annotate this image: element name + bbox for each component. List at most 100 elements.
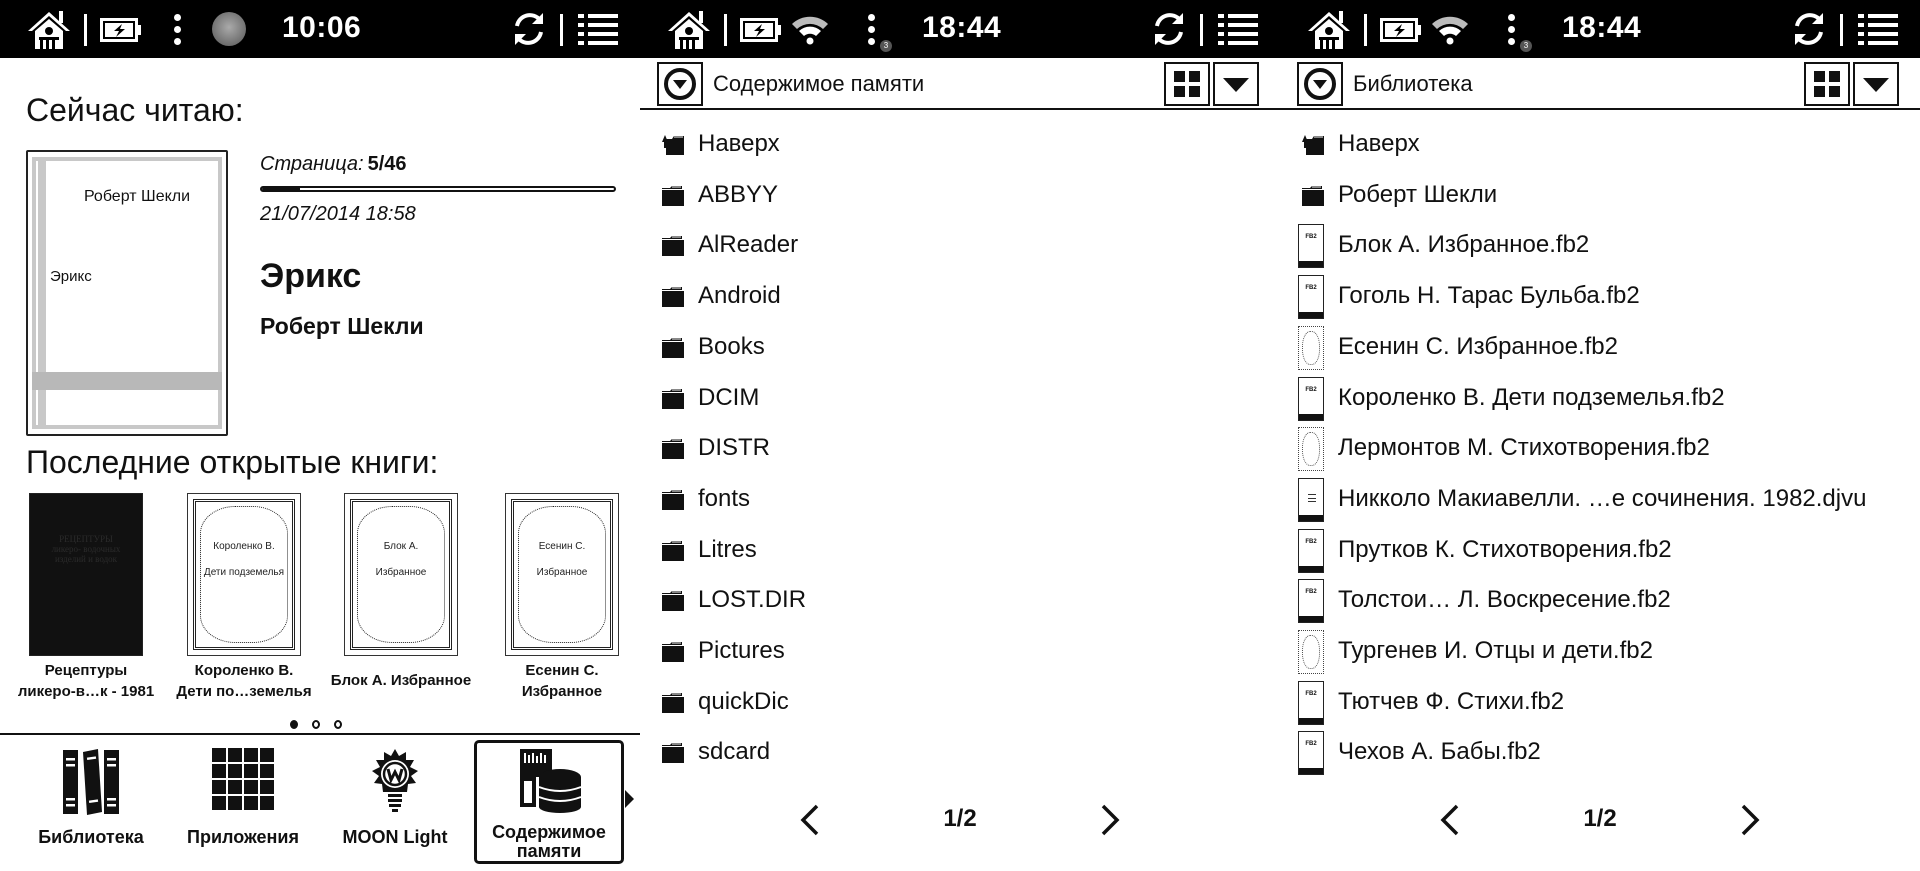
separator [1840, 14, 1843, 46]
book-cover: Блок А. Избранное [344, 493, 458, 656]
storage-sd-database-icon [520, 749, 582, 813]
page-number: 1/2 [1583, 805, 1617, 832]
folder-icon [662, 388, 684, 409]
folder-item[interactable]: Litres [640, 526, 1280, 576]
folder-item[interactable]: DISTR [640, 424, 1280, 474]
recent-book[interactable]: Есенин С. Избранное Есенин С. Избранное [480, 493, 640, 702]
browser-title: Содержимое памяти [713, 71, 925, 96]
home-icon[interactable] [26, 9, 72, 51]
item-name: Блок А. Избранное.fb2 [1338, 231, 1590, 259]
book-label-line2: ликеро-в…к - 1981 [17, 683, 155, 700]
item-name: Гоголь Н. Тарас Бульба.fb2 [1338, 282, 1640, 310]
more-dots-icon[interactable] [868, 14, 876, 46]
fb2-badge-text: FB2 [1305, 538, 1317, 545]
item-name: DCIM [698, 383, 760, 411]
dock-item-library[interactable]: Библиотека [16, 738, 166, 862]
folder-item[interactable]: Роберт Шекли [1280, 171, 1920, 221]
file-item[interactable]: FB2 Прутков К. Стихотворения.fb2 [1280, 526, 1920, 576]
refresh-icon[interactable] [1790, 10, 1828, 48]
view-toggle-button[interactable] [1804, 62, 1850, 106]
separator [724, 14, 727, 46]
pager-dot[interactable] [334, 720, 342, 729]
dock-next-arrow-icon[interactable] [625, 790, 634, 808]
home-icon[interactable] [666, 9, 712, 51]
menu-list-icon[interactable] [578, 13, 618, 45]
folder-item[interactable]: sdcard [640, 728, 1280, 778]
recent-book[interactable]: Короленко В. Дети подземелья Короленко В.… [162, 493, 326, 702]
grid-view-icon [1814, 71, 1840, 97]
dock-label: Приложения [187, 827, 299, 847]
cover-text: Дети подземелья [203, 567, 285, 578]
more-dots-icon[interactable] [174, 14, 182, 46]
item-name: Чехов А. Бабы.fb2 [1338, 738, 1541, 766]
refresh-icon[interactable] [1150, 10, 1188, 48]
list-item-up[interactable]: Наверх [640, 120, 1280, 170]
file-item[interactable]: FB2 Толстои… Л. Воскресение.fb2 [1280, 576, 1920, 626]
folder-item[interactable]: DCIM [640, 374, 1280, 424]
folder-item[interactable]: fonts [640, 475, 1280, 525]
file-item[interactable]: Лермонтов М. Стихотворения.fb2 [1280, 424, 1920, 474]
sort-dropdown-button[interactable] [1213, 62, 1259, 106]
home-icon[interactable] [1306, 9, 1352, 51]
book-label: Есенин С. Избранное [480, 660, 640, 702]
folder-item[interactable]: ABBYY [640, 171, 1280, 221]
current-book-author: Роберт Шекли [260, 313, 424, 339]
view-toggle-button[interactable] [1164, 62, 1210, 106]
item-name: ABBYY [698, 180, 779, 208]
location-menu-button[interactable] [1297, 62, 1343, 106]
recent-book[interactable]: Блок А. Избранное Блок А. Избранное [319, 493, 483, 691]
circle-down-icon [1304, 68, 1336, 100]
current-book-title[interactable]: Эрикс [260, 257, 361, 296]
more-dots-icon[interactable] [1508, 14, 1516, 46]
book-cover-thumbnail-icon [1298, 325, 1324, 370]
current-book-cover[interactable]: Роберт Шекли Эрикс [26, 150, 228, 436]
file-item[interactable]: FB2 Короленко В. Дети подземелья.fb2 [1280, 374, 1920, 424]
pager-dot[interactable] [312, 720, 320, 729]
browser-header: Содержимое памяти [640, 58, 1280, 110]
separator [1200, 14, 1203, 46]
chevron-right-icon[interactable] [1095, 803, 1125, 837]
fb2-file-icon: FB2 [1298, 376, 1324, 421]
dropdown-arrow-icon [1223, 78, 1249, 92]
list-item-up[interactable]: Наверх [1280, 120, 1920, 170]
folder-item[interactable]: Pictures [640, 627, 1280, 677]
cover-text: Есенин С. [538, 541, 586, 552]
refresh-icon[interactable] [510, 10, 548, 48]
folder-item[interactable]: AlReader [640, 221, 1280, 271]
item-name: Прутков К. Стихотворения.fb2 [1338, 535, 1672, 563]
fb2-badge-text: FB2 [1305, 589, 1317, 596]
folder-item[interactable]: LOST.DIR [640, 576, 1280, 626]
item-name: Толстои… Л. Воскресение.fb2 [1338, 586, 1671, 614]
dock-label: MOON Light [342, 827, 448, 847]
folder-item[interactable]: Books [640, 323, 1280, 373]
dock-item-apps[interactable]: Приложения [168, 738, 318, 862]
location-menu-button[interactable] [657, 62, 703, 106]
file-item[interactable]: FB2 Гоголь Н. Тарас Бульба.fb2 [1280, 272, 1920, 322]
chevron-right-icon[interactable] [1735, 803, 1765, 837]
clock: 10:06 [282, 11, 362, 44]
file-item[interactable]: Тургенев И. Отцы и дети.fb2 [1280, 627, 1920, 677]
dock-item-moon-light[interactable]: MOON Light [320, 738, 470, 862]
grid-view-icon [1174, 71, 1200, 97]
folder-item[interactable]: Android [640, 272, 1280, 322]
reading-progress-fill [262, 188, 301, 190]
pager-dot-active[interactable] [290, 720, 298, 729]
sort-dropdown-button[interactable] [1853, 62, 1899, 106]
fb2-file-icon: FB2 [1298, 528, 1324, 573]
page-number: 1/2 [943, 805, 977, 832]
browser-header: Библиотека [1280, 58, 1920, 110]
file-item[interactable]: FB2 Тютчев Ф. Стихи.fb2 [1280, 678, 1920, 728]
file-item[interactable]: FB2 Чехов А. Бабы.fb2 [1280, 728, 1920, 778]
file-item[interactable]: Никколо Макиавелли. …е сочинения. 1982.d… [1280, 475, 1920, 525]
recent-book[interactable]: РЕЦЕПТУРЫ ликеро- водочных изделий и вод… [4, 493, 168, 702]
dock-label-line1: Содержимое [492, 822, 606, 842]
file-item[interactable]: Есенин С. Избранное.fb2 [1280, 323, 1920, 373]
item-name: LOST.DIR [698, 586, 807, 614]
menu-list-icon[interactable] [1858, 13, 1898, 45]
menu-list-icon[interactable] [1218, 13, 1258, 45]
file-item[interactable]: FB2 Блок А. Избранное.fb2 [1280, 221, 1920, 271]
dock-item-storage[interactable]: Содержимое памяти [474, 740, 624, 864]
folder-item[interactable]: quickDic [640, 678, 1280, 728]
fb2-badge-text: FB2 [1305, 234, 1317, 241]
item-name: Тютчев Ф. Стихи.fb2 [1338, 687, 1565, 715]
